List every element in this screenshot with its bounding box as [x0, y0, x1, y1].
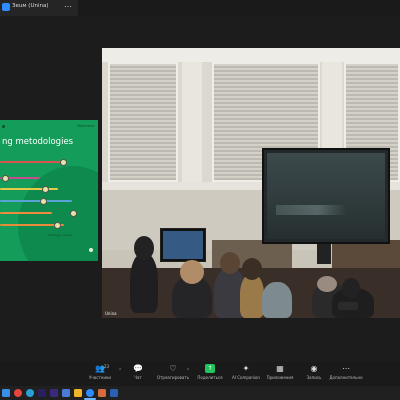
react-label: Отреагировать	[156, 375, 190, 380]
slide-knob-5	[70, 210, 77, 217]
person-7-head	[342, 278, 360, 298]
store-icon[interactable]	[62, 389, 70, 397]
video-overlay-chip	[338, 302, 358, 310]
slide-bar-1	[0, 161, 66, 164]
ai-companion-button[interactable]: ✦ AI Companion	[228, 364, 264, 386]
explorer-icon[interactable]	[74, 389, 82, 397]
slide-pin-icon	[89, 248, 93, 252]
slide-bar-3	[0, 188, 58, 191]
more-label: Дополнительно	[329, 375, 363, 380]
share-screen-button[interactable]: ↑ Поделиться	[192, 364, 228, 386]
chat-icon: 💬	[133, 364, 143, 373]
slide-heading: ng metodologies	[2, 137, 74, 147]
zoom-icon[interactable]	[86, 389, 94, 397]
person-2-head	[180, 260, 204, 284]
chrome-icon[interactable]	[14, 389, 22, 397]
slide-knob-2	[2, 175, 9, 182]
person-5	[262, 282, 292, 318]
participant-video[interactable]: Unina	[102, 48, 400, 318]
edge-icon[interactable]	[26, 389, 34, 397]
shared-screen-thumbnail[interactable]: Mnemonic ng metodologies Strategy square	[0, 120, 98, 261]
chat-button[interactable]: 💬 Чат	[120, 364, 156, 386]
slide-knob-6	[54, 222, 61, 229]
windows-start-icon[interactable]	[2, 389, 10, 397]
slide-bar-4	[0, 200, 72, 203]
person-6-head	[317, 276, 337, 292]
ai-companion-label: AI Companion	[232, 375, 260, 380]
desk-monitor	[160, 228, 206, 262]
more-button[interactable]: ⋯ Дополнительно	[328, 364, 364, 386]
record-button[interactable]: ◉ Запись	[296, 364, 332, 386]
slide-caption: Strategy square	[48, 233, 73, 237]
person-1-head	[134, 236, 154, 260]
participants-count: 23	[104, 364, 110, 369]
premiere-icon[interactable]	[38, 389, 46, 397]
react-caret-icon[interactable]: ⌃	[186, 368, 190, 374]
word-icon[interactable]	[110, 389, 118, 397]
heart-icon: ♡	[169, 364, 177, 373]
slide-knob-1	[60, 159, 67, 166]
apps-label: Приложения	[266, 375, 294, 380]
slide-knob-4	[40, 198, 47, 205]
meeting-toolbar: 👥 23 Участники ⌃ 💬 Чат ♡ Отреагировать ⌃…	[0, 362, 400, 386]
room-tv-screen	[262, 148, 390, 244]
slide-dot-icon	[2, 125, 5, 128]
photo-icon[interactable]	[98, 389, 106, 397]
os-taskbar	[0, 386, 400, 400]
person-4	[240, 274, 264, 318]
share-label: Поделиться	[197, 375, 223, 380]
apps-icon: ▦	[276, 364, 284, 373]
apps-button[interactable]: ▦ Приложения	[262, 364, 298, 386]
ai-companion-icon: ✦	[242, 364, 250, 373]
tv-display	[267, 153, 385, 239]
person-1	[130, 253, 158, 313]
record-label: Запись	[306, 375, 322, 380]
person-3-head	[220, 252, 240, 274]
slide-logo: Mnemonic	[76, 124, 95, 128]
participants-label: Участники	[88, 375, 111, 380]
tv-text	[276, 205, 346, 215]
record-icon: ◉	[310, 364, 318, 373]
room-ceiling	[102, 48, 400, 62]
participant-name-label: Unina	[105, 311, 117, 316]
more-options-icon[interactable]: ⋯	[64, 2, 72, 12]
room-window-1	[108, 62, 178, 182]
monitor-display	[163, 231, 203, 259]
window-title: Зeuм (Unina)	[12, 3, 49, 9]
window-title-bar: Зeuм (Unina) ⋯	[0, 0, 78, 16]
zoom-app-icon	[2, 3, 10, 11]
participants-button[interactable]: 👥 23 Участники	[82, 364, 118, 386]
chat-label: Чат	[134, 375, 142, 380]
premiere-icon-2[interactable]	[50, 389, 58, 397]
zoom-active-indicator	[84, 398, 96, 400]
person-4-head	[242, 258, 262, 280]
slide-knob-3	[42, 186, 49, 193]
share-screen-icon: ↑	[205, 364, 215, 373]
tv-stand	[317, 244, 331, 264]
slide-bar-5	[0, 212, 52, 215]
more-icon: ⋯	[342, 364, 350, 373]
